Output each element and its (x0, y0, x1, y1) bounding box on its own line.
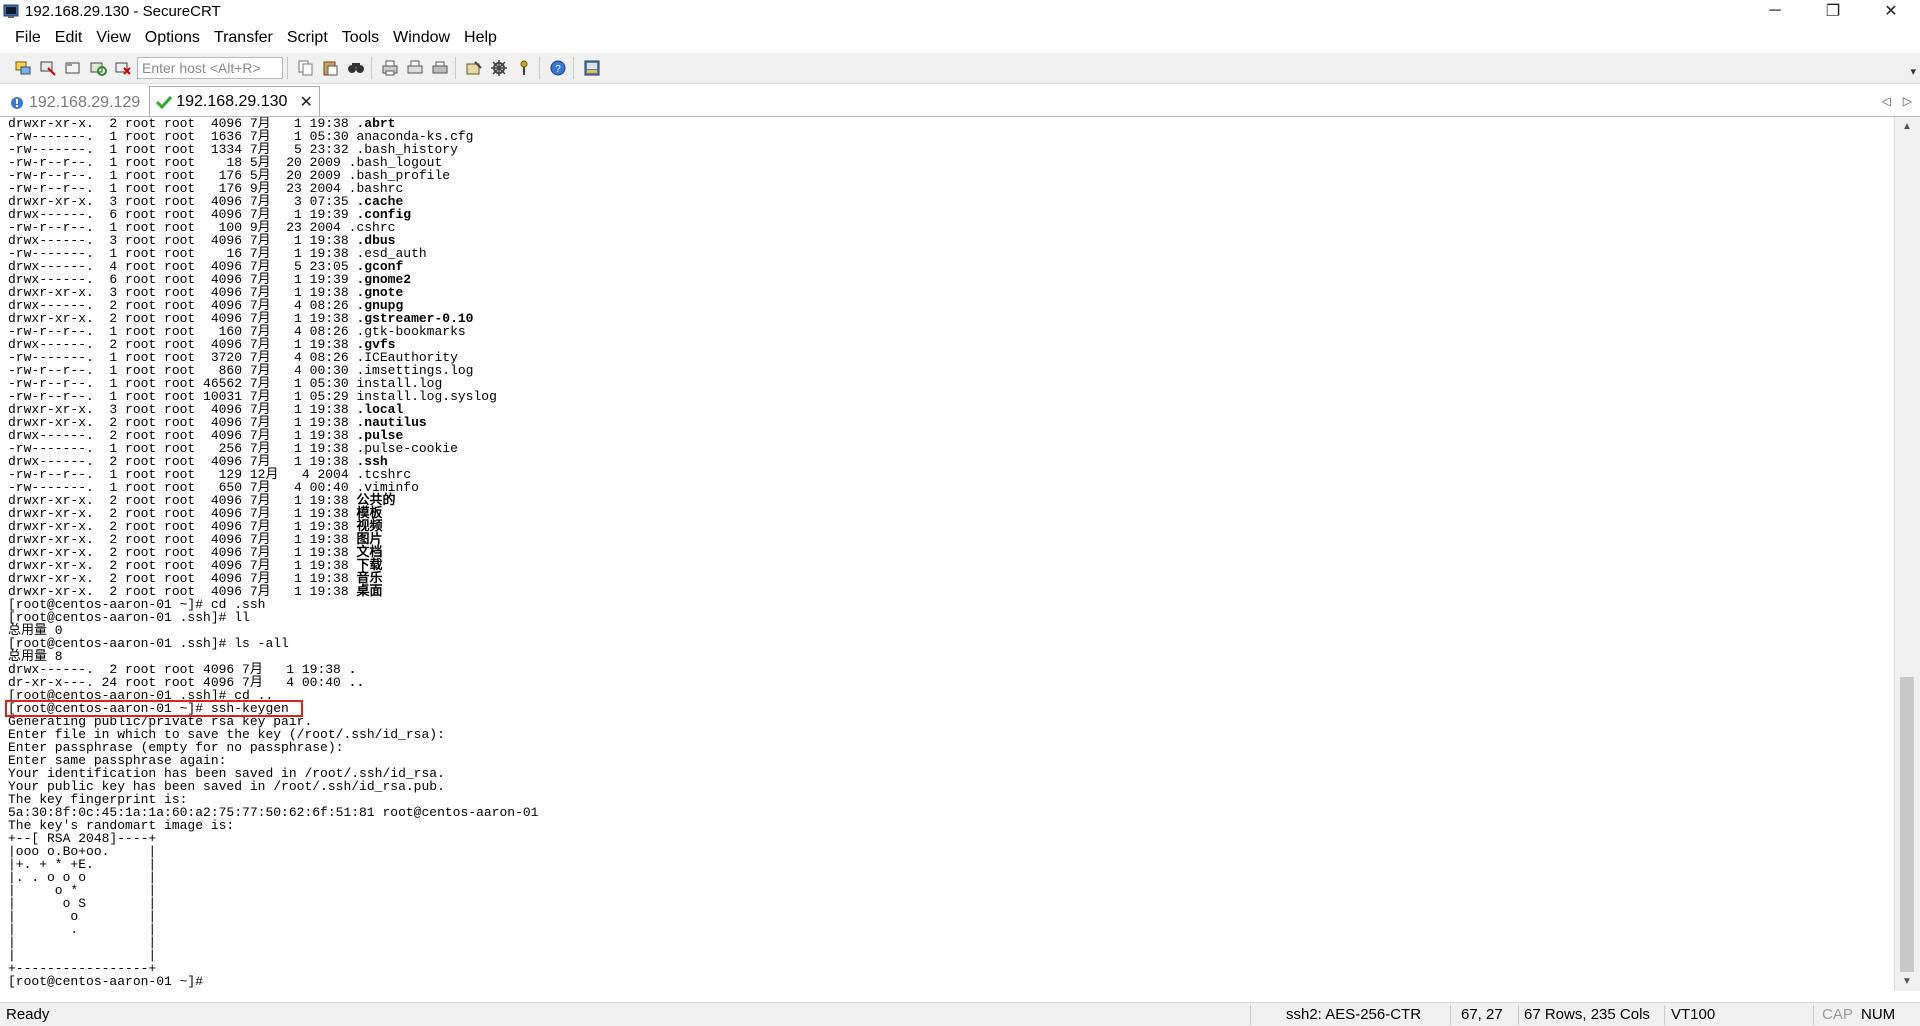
paste-icon[interactable] (320, 57, 342, 79)
terminal-scrollbar[interactable]: ▲ ▼ (1894, 117, 1920, 991)
terminal-line: [root@centos-aaron-01 ~]# (8, 975, 539, 988)
print-setup-icon[interactable] (429, 57, 451, 79)
tab-close-icon[interactable]: ✕ (299, 92, 312, 112)
status-ready: Ready (6, 1006, 50, 1023)
status-terminal-size: 67 Rows, 235 Cols (1524, 1006, 1650, 1023)
menu-options[interactable]: Options (138, 24, 207, 51)
session-options-icon[interactable] (463, 57, 485, 79)
menu-script[interactable]: Script (280, 24, 335, 51)
status-emulation: VT100 (1671, 1006, 1716, 1023)
reconnect-icon[interactable] (87, 57, 109, 79)
minimize-button[interactable]: ─ (1746, 0, 1804, 22)
scroll-thumb[interactable] (1900, 677, 1914, 972)
status-num-lock: NUM (1861, 1006, 1896, 1023)
toolbar-separator (371, 57, 372, 79)
print-selection-icon[interactable] (404, 57, 426, 79)
tab-label: 192.168.29.130 (176, 92, 288, 110)
svg-text:?: ? (555, 64, 561, 75)
session-tab-bar: 192.168.29.129 192.168.29.130 ✕ ◁ ▷ (0, 86, 1920, 117)
toolbar-separator (573, 57, 574, 79)
toolbar: ? ▾ (0, 53, 1920, 84)
securecrt-app-icon[interactable] (3, 3, 19, 19)
tab-192-168-29-130[interactable]: 192.168.29.130 ✕ (149, 86, 320, 116)
disconnect-icon[interactable] (112, 57, 134, 79)
terminal-line-name-bold: .. (348, 675, 365, 690)
copy-icon[interactable] (295, 57, 317, 79)
title-bar: 192.168.29.130 - SecureCRT ─ ❐ ✕ (0, 0, 1920, 22)
close-button[interactable]: ✕ (1862, 0, 1920, 22)
terminal-area[interactable]: drwxr-xr-x. 2 root root 4096 7月 1 19:38 … (0, 117, 1894, 991)
status-cipher: ssh2: AES-256-CTR (1286, 1006, 1422, 1023)
scroll-up-arrow-icon[interactable]: ▲ (1902, 121, 1912, 132)
menu-window[interactable]: Window (386, 24, 457, 51)
menu-edit[interactable]: Edit (48, 24, 90, 51)
status-divider (1813, 1005, 1814, 1025)
menu-transfer[interactable]: Transfer (207, 24, 280, 51)
terminal-line: [root@centos-aaron-01 .ssh]# ll (8, 611, 539, 624)
menu-tools[interactable]: Tools (335, 24, 386, 51)
toolbar-separator (287, 57, 288, 79)
tab-192-168-29-129[interactable]: 192.168.29.129 (3, 90, 146, 116)
quick-connect-icon[interactable] (37, 57, 59, 79)
status-bar: Ready ssh2: AES-256-CTR 67, 27 67 Rows, … (0, 1002, 1920, 1026)
toolbar-separator (539, 57, 540, 79)
status-divider (1250, 1005, 1251, 1025)
global-options-icon[interactable] (488, 57, 510, 79)
restore-button[interactable]: ❐ (1804, 0, 1862, 22)
status-divider (1450, 1005, 1451, 1025)
keymap-icon[interactable] (513, 57, 535, 79)
menu-bar: File Edit View Options Transfer Script T… (0, 24, 1920, 51)
menu-file[interactable]: File (0, 24, 48, 51)
window-title: 192.168.29.130 - SecureCRT (25, 2, 221, 20)
tab-label: 192.168.29.129 (29, 94, 141, 111)
find-icon[interactable] (345, 57, 367, 79)
menu-view[interactable]: View (89, 24, 137, 51)
connect-icon[interactable] (12, 57, 34, 79)
connect-in-tab-icon[interactable] (62, 57, 84, 79)
status-divider (1664, 1005, 1665, 1025)
toolbar-overflow-button[interactable]: ▾ (1910, 65, 1916, 78)
sftp-icon[interactable] (581, 57, 603, 79)
terminal-line-name-bold: 桌面 (356, 584, 383, 599)
session-disconnected-icon (9, 95, 25, 111)
print-icon[interactable] (379, 57, 401, 79)
menu-help[interactable]: Help (457, 24, 504, 51)
help-icon[interactable]: ? (547, 57, 569, 79)
terminal-line: [root@centos-aaron-01 .ssh]# ls -all (8, 637, 539, 650)
tab-scroll-right-icon[interactable]: ▷ (1903, 94, 1912, 108)
status-divider (1518, 1005, 1519, 1025)
terminal-line-text: [root@centos-aaron-01 ~]# (8, 974, 204, 989)
status-caps-lock: CAP (1822, 1006, 1853, 1023)
tab-scroll-left-icon[interactable]: ◁ (1882, 94, 1891, 108)
check-icon (156, 94, 173, 110)
toolbar-separator (455, 57, 456, 79)
host-input[interactable] (137, 57, 283, 79)
terminal-output: drwxr-xr-x. 2 root root 4096 7月 1 19:38 … (8, 117, 539, 988)
status-cursor-position: 67, 27 (1461, 1006, 1503, 1023)
ssh-keygen-highlight-box (5, 700, 303, 717)
scroll-down-arrow-icon[interactable]: ▼ (1902, 976, 1912, 987)
